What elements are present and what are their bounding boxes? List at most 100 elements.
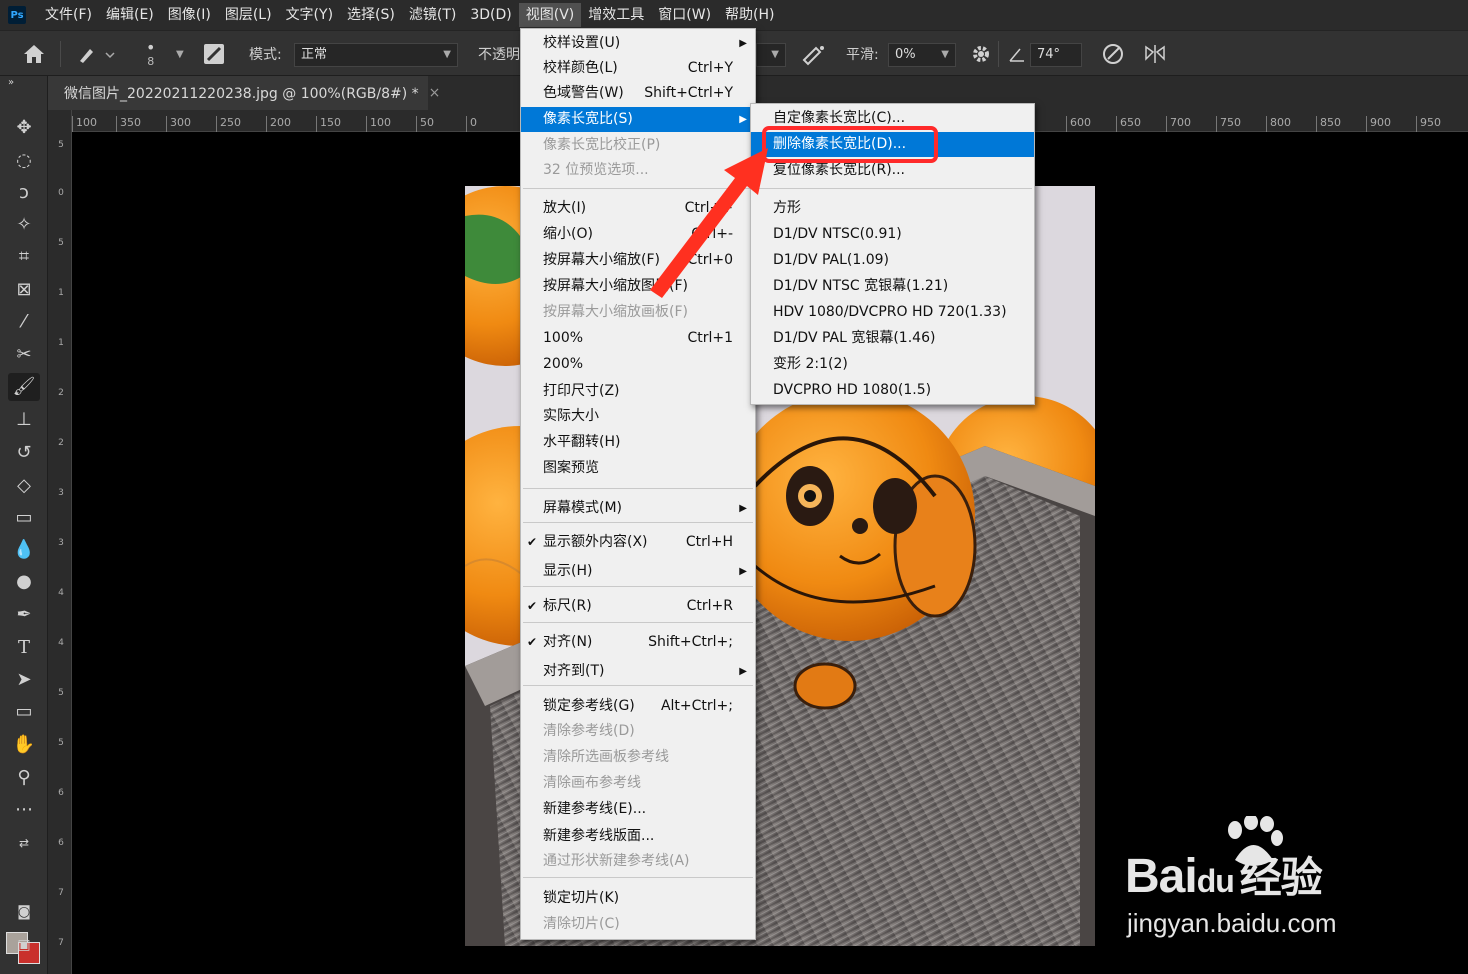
smoothing-field[interactable]: 0% ▼ — [888, 43, 956, 67]
frame-tool-icon[interactable]: ⊠ — [8, 276, 40, 304]
menu-item-label: 对齐到(T) — [543, 663, 605, 679]
menu-plugins[interactable]: 增效工具 — [581, 3, 651, 27]
vertical-ruler[interactable]: 5 0 5 1 1 2 2 3 3 4 4 5 5 6 6 7 7 — [48, 110, 72, 974]
collapse-icon[interactable]: » — [8, 76, 40, 90]
gear-icon[interactable] — [970, 31, 992, 77]
airbrush-icon[interactable] — [800, 31, 828, 77]
view-menu-item: 清除切片(C) — [521, 912, 755, 937]
smoothing-value: 0% — [895, 47, 916, 62]
menu-item-label: 显示额外内容(X) — [543, 534, 648, 550]
marquee-tool-icon[interactable]: ◌ — [8, 147, 40, 175]
pixel-aspect-item[interactable]: 变形 2:1(2) — [751, 352, 1034, 377]
pixel-aspect-item[interactable]: HDV 1080/DVCPRO HD 720(1.33) — [751, 300, 1034, 325]
view-menu-item[interactable]: ✔ 标尺(R) Ctrl+R — [521, 594, 755, 619]
path-select-icon[interactable]: ➤ — [8, 666, 40, 694]
ruler-tick: 5 — [58, 688, 64, 698]
menu-layer[interactable]: 图层(L) — [218, 3, 279, 27]
close-icon[interactable]: × — [429, 85, 441, 101]
menu-image[interactable]: 图像(I) — [161, 3, 218, 27]
mode-select[interactable]: 正常 ▼ — [294, 43, 458, 67]
type-tool-icon[interactable]: T — [8, 634, 40, 662]
view-menu-item[interactable]: 实际大小 — [521, 404, 755, 429]
ruler-tick: 600 — [1066, 116, 1091, 132]
pixel-aspect-item[interactable]: DVCPRO HD 1080(1.5) — [751, 378, 1034, 403]
view-menu-item[interactable]: 锁定参考线(G) Alt+Ctrl+; — [521, 694, 755, 719]
view-menu-item[interactable]: 图案预览 — [521, 456, 755, 481]
more-tools-icon[interactable]: ⋯ — [8, 796, 40, 824]
angle-field[interactable]: 74° — [1030, 43, 1082, 67]
pixel-aspect-item[interactable]: D1/DV PAL(1.09) — [751, 248, 1034, 273]
brush-settings-icon[interactable] — [202, 31, 226, 77]
pixel-aspect-item[interactable]: D1/DV NTSC 宽银幕(1.21) — [751, 274, 1034, 299]
view-menu-item[interactable]: ✔ 显示额外内容(X) Ctrl+H — [521, 530, 755, 555]
annotation-arrow-icon — [650, 148, 768, 298]
menu-item-shortcut: Ctrl+Y — [687, 60, 733, 76]
view-menu-item[interactable]: 新建参考线(E)... — [521, 797, 755, 822]
pen-tool-icon[interactable]: ✒ — [8, 601, 40, 629]
chevron-down-icon: ▼ — [771, 49, 779, 60]
menu-filter[interactable]: 滤镜(T) — [402, 3, 463, 27]
document-tab[interactable]: 微信图片_20220211220238.jpg @ 100%(RGB/8#) *… — [48, 76, 440, 110]
menu-3d[interactable]: 3D(D) — [463, 3, 518, 27]
pressure-size-icon[interactable] — [1100, 31, 1126, 77]
view-menu-item[interactable]: 校样颜色(L) Ctrl+Y — [521, 56, 755, 81]
view-menu-item[interactable]: ✔ 对齐(N) Shift+Ctrl+; — [521, 630, 755, 655]
menu-separator — [523, 522, 753, 523]
view-menu-item[interactable]: 显示(H) ▶ — [521, 559, 755, 584]
lasso-tool-icon[interactable]: ↄ — [8, 179, 40, 207]
dodge-tool-icon[interactable]: ● — [8, 568, 40, 596]
home-icon[interactable] — [22, 31, 46, 77]
menu-window[interactable]: 窗口(W) — [651, 3, 718, 27]
view-menu-item[interactable]: 校样设置(U) ▶ — [521, 31, 755, 56]
view-menu-item[interactable]: 200% — [521, 352, 755, 377]
brush-preset-icon[interactable] — [76, 31, 116, 77]
view-menu-item[interactable]: 像素长宽比(S) ▶ — [521, 107, 755, 132]
rectangle-tool-icon[interactable]: ▭ — [8, 698, 40, 726]
submenu-arrow-icon: ▶ — [739, 38, 747, 49]
menu-help[interactable]: 帮助(H) — [718, 3, 781, 27]
swap-colors-icon[interactable]: ⇄ — [8, 829, 40, 857]
menu-item-label: 屏幕模式(M) — [543, 500, 623, 516]
menu-file[interactable]: 文件(F) — [38, 3, 99, 27]
healing-brush-icon[interactable]: ✂ — [8, 341, 40, 369]
zoom-tool-icon[interactable]: ⚲ — [8, 764, 40, 792]
view-menu-item[interactable]: 水平翻转(H) — [521, 430, 755, 455]
hand-tool-icon[interactable]: ✋ — [8, 731, 40, 759]
check-icon: ✔ — [527, 535, 538, 549]
view-menu-item[interactable]: 屏幕模式(M) ▶ — [521, 496, 755, 521]
screen-mode-icon[interactable]: ▣ — [8, 931, 40, 959]
menu-item-label: 通过形状新建参考线(A) — [543, 853, 690, 869]
pixel-aspect-item[interactable]: D1/DV NTSC(0.91) — [751, 222, 1034, 247]
menu-select[interactable]: 选择(S) — [340, 3, 402, 27]
view-menu-item[interactable]: 色域警告(W) Shift+Ctrl+Y — [521, 81, 755, 106]
menu-edit[interactable]: 编辑(E) — [99, 3, 161, 27]
menu-view[interactable]: 视图(V) — [518, 3, 582, 27]
move-tool-icon[interactable]: ✥ — [8, 114, 40, 142]
menu-type[interactable]: 文字(Y) — [279, 3, 340, 27]
history-brush-icon[interactable]: ↺ — [8, 439, 40, 467]
crop-tool-icon[interactable]: ⌗ — [8, 243, 40, 271]
brush-size-picker[interactable]: • 8 — [146, 31, 155, 77]
quick-mask-icon[interactable]: ◙ — [8, 898, 40, 926]
menu-item-shortcut: Shift+Ctrl+Y — [644, 85, 733, 101]
blur-tool-icon[interactable]: 💧 — [8, 536, 40, 564]
pixel-aspect-item[interactable]: D1/DV PAL 宽银幕(1.46) — [751, 326, 1034, 351]
magic-wand-icon[interactable]: ✧ — [8, 211, 40, 239]
eyedropper-icon[interactable]: ⁄ — [8, 308, 40, 336]
eraser-icon[interactable]: ◇ — [8, 472, 40, 500]
view-menu-item[interactable]: 新建参考线版面... — [521, 824, 755, 849]
chevron-down-icon[interactable]: ▼ — [176, 31, 184, 77]
menu-item-label: 新建参考线版面... — [543, 828, 655, 844]
gradient-icon[interactable]: ▭ — [8, 504, 40, 532]
menu-item-shortcut: Ctrl+R — [686, 598, 733, 614]
view-menu-item[interactable]: 对齐到(T) ▶ — [521, 659, 755, 684]
pixel-aspect-item[interactable]: 方形 — [751, 196, 1034, 221]
brush-tool-icon[interactable]: 🖌 — [8, 373, 40, 401]
menu-separator — [523, 488, 753, 489]
view-menu-item[interactable]: 100% Ctrl+1 — [521, 326, 755, 351]
flow-dropdown[interactable]: ▼ — [756, 43, 786, 67]
stamp-tool-icon[interactable]: ⊥ — [8, 406, 40, 434]
symmetry-icon[interactable] — [1142, 31, 1168, 77]
view-menu-item[interactable]: 锁定切片(K) — [521, 886, 755, 911]
view-menu-item[interactable]: 打印尺寸(Z) — [521, 379, 755, 404]
